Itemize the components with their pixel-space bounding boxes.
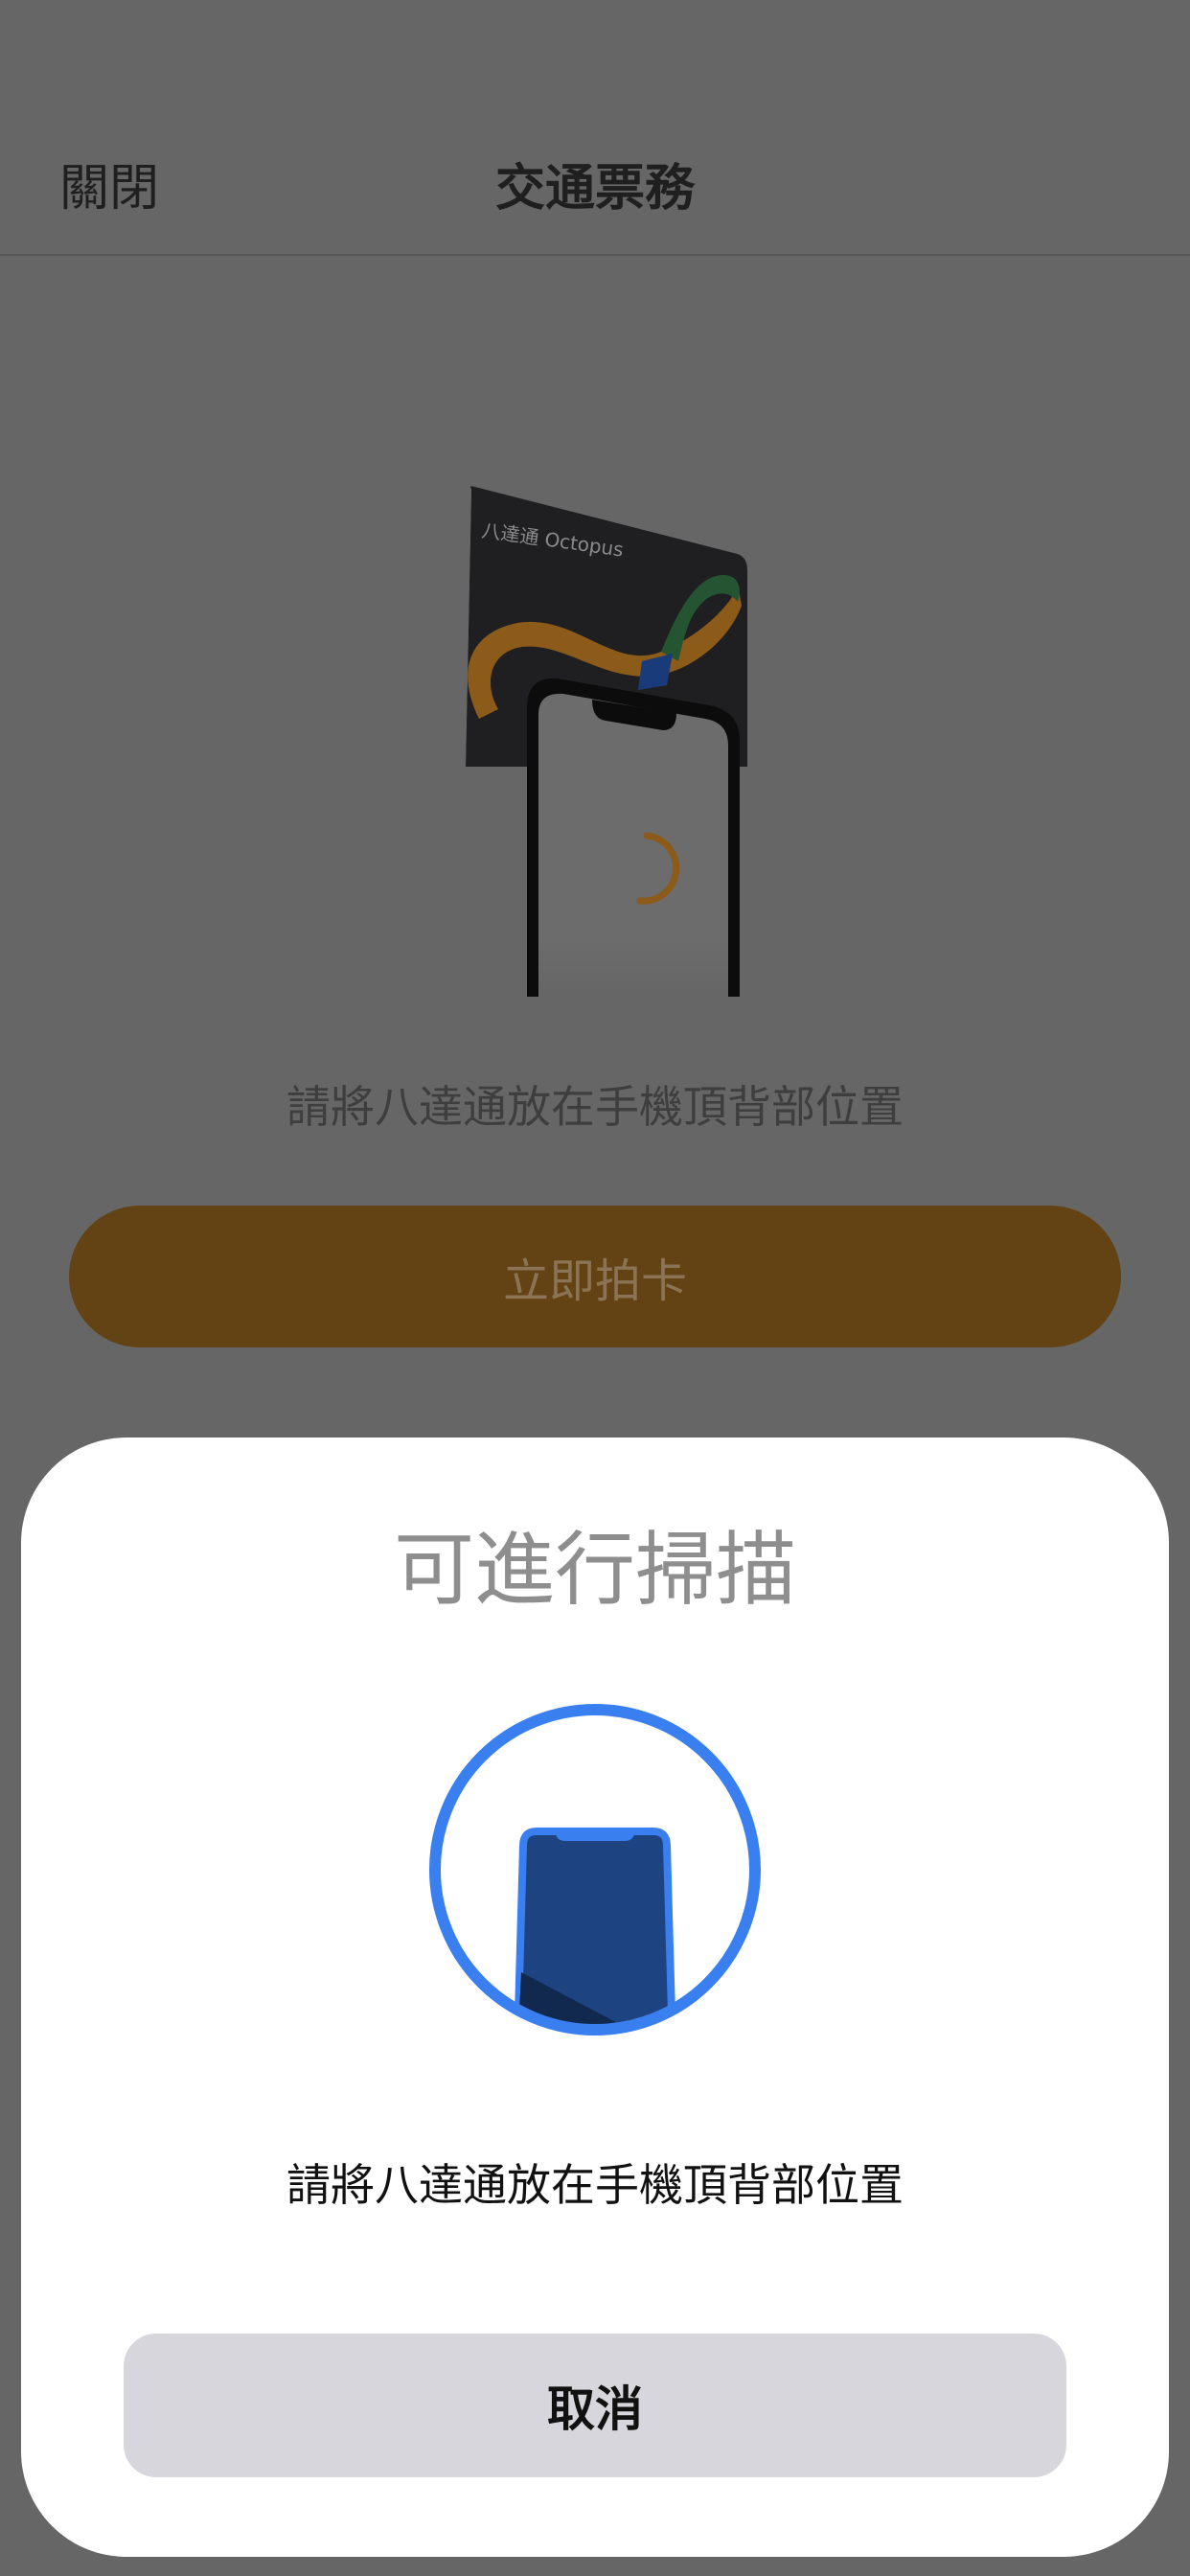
navigation-bar: 關閉 交通票務	[0, 0, 1190, 256]
instruction-text: 請將八達通放在手機頂背部位置	[286, 1081, 904, 1133]
cancel-button[interactable]: 取消	[124, 2334, 1066, 2477]
cancel-button-label: 取消	[547, 2381, 643, 2437]
page-title: 交通票務	[494, 160, 695, 218]
card-and-phone-illustration: 八達通 Octopus	[466, 486, 747, 997]
tap-card-button[interactable]: 立即拍卡	[69, 1206, 1121, 1347]
scan-sheet-instruction: 請將八達通放在手機頂背部位置	[286, 2159, 904, 2211]
tap-card-button-label: 立即拍卡	[502, 1254, 687, 1308]
phone-outline	[527, 678, 740, 997]
scan-sheet: 可進行掃描 請將八達通放在手機頂背部位置 取消	[21, 1438, 1169, 2557]
phone-scan-icon	[427, 1702, 763, 2037]
close-button[interactable]: 關閉	[59, 158, 159, 219]
scan-sheet-title: 可進行掃描	[393, 1523, 796, 1617]
octopus-tap-illustration: 八達通 Octopus	[450, 479, 767, 997]
